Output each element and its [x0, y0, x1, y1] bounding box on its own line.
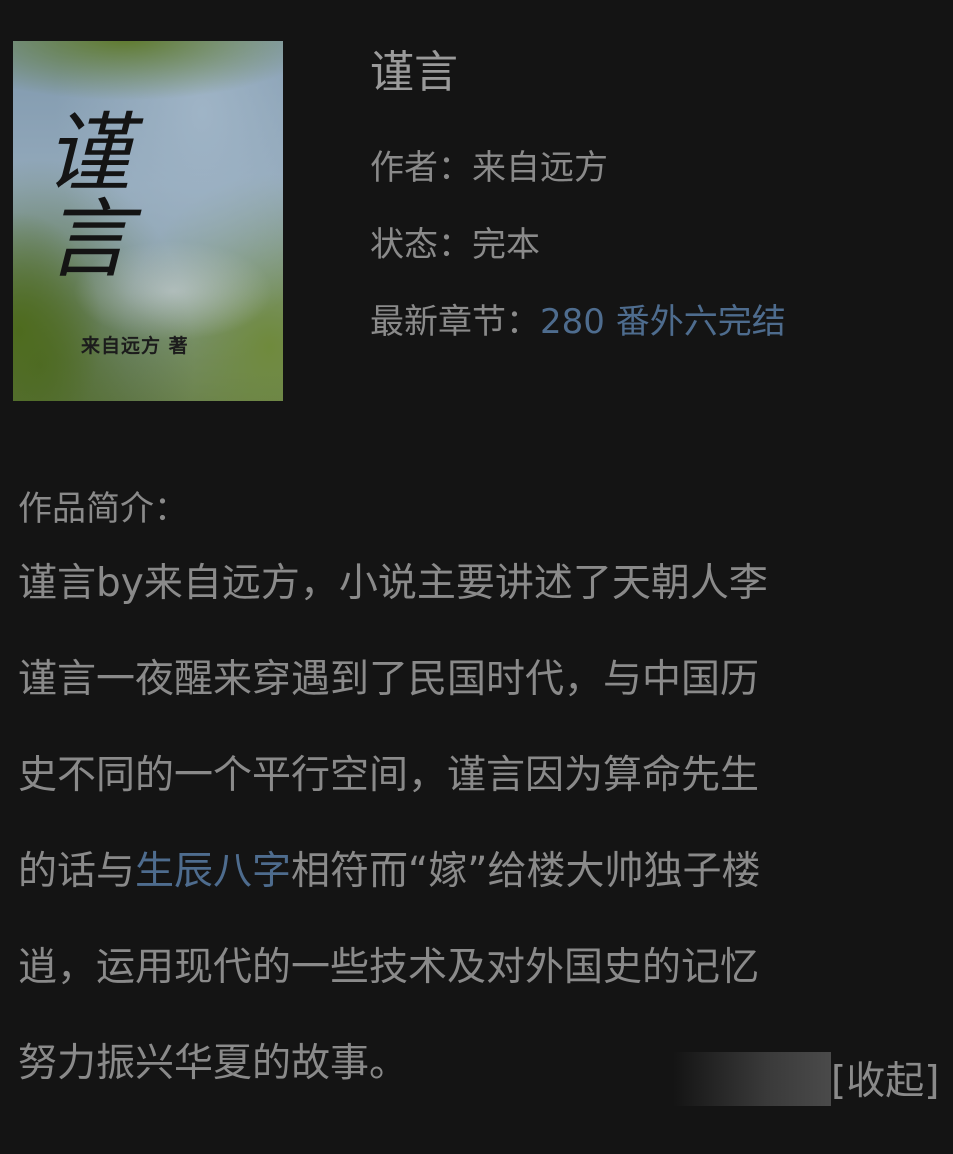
latest-chapter-label: 最新章节：: [370, 302, 540, 342]
cover-author-art: 来自远方 著: [81, 335, 189, 357]
text-fade-overlay: [673, 1052, 831, 1106]
status-label: 状态：: [370, 225, 472, 265]
book-cover-image[interactable]: 谨 言 来自远方 著: [13, 41, 283, 401]
author-name: 来自远方: [472, 148, 608, 188]
intro-line: 谨言一夜醒来穿遇到了民国时代，与中国历: [18, 657, 760, 702]
intro-heading: 作品简介：: [18, 489, 188, 529]
book-title: 谨言: [370, 47, 458, 98]
latest-chapter-row: 最新章节：280 番外六完结: [370, 294, 786, 343]
cover-title-art: 谨 言: [45, 104, 145, 290]
intro-line-text: 相符而“嫁”给楼大帅独子楼: [291, 849, 761, 894]
intro-line: 逍，运用现代的一些技术及对外国史的记忆: [18, 945, 760, 990]
collapse-button[interactable]: [收起]: [831, 1050, 939, 1106]
intro-line: 史不同的一个平行空间，谨言因为算命先生: [18, 753, 760, 798]
intro-line: 谨言by来自远方，小说主要讲述了天朝人李: [18, 561, 768, 606]
intro-line: 的话与生辰八字相符而“嫁”给楼大帅独子楼: [18, 824, 953, 920]
intro-line-text: 的话与: [18, 849, 136, 894]
author-row: 作者：来自远方: [370, 140, 608, 189]
cover-foliage-top: [13, 41, 283, 101]
birth-chart-link[interactable]: 生辰八字: [135, 849, 291, 894]
author-label: 作者：: [370, 148, 472, 188]
status-value: 完本: [472, 225, 540, 265]
status-row: 状态：完本: [370, 217, 540, 266]
latest-chapter-link[interactable]: 280 番外六完结: [540, 302, 786, 342]
